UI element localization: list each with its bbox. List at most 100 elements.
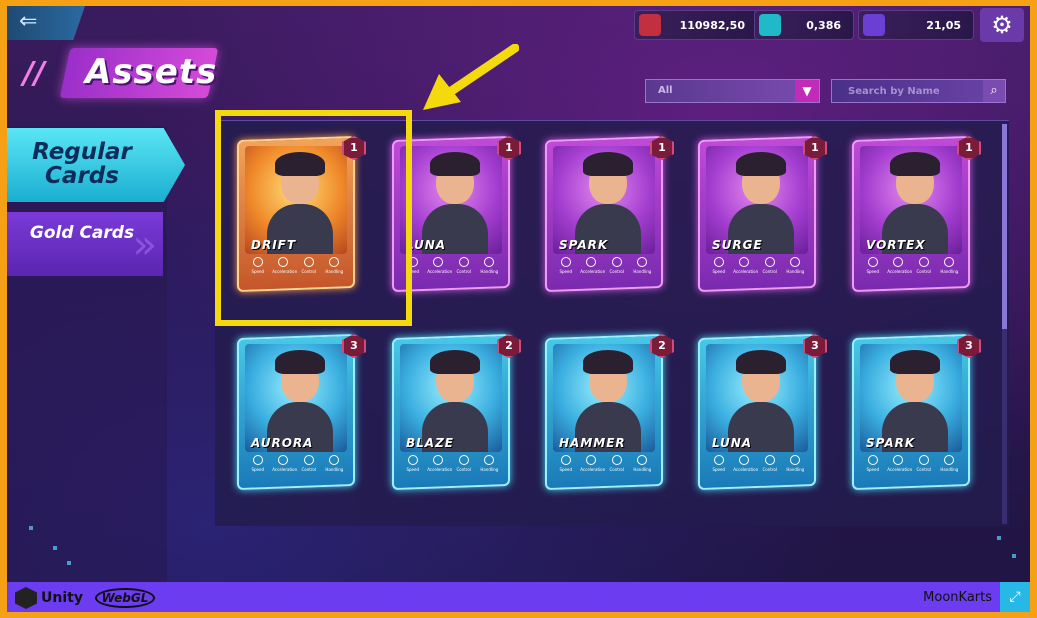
- card-stat: Speed: [862, 257, 884, 283]
- unity-footer: Unity WebGL MoonKarts ⤢: [7, 582, 1030, 612]
- card-stat: Handling: [784, 257, 806, 283]
- stat-label: Acceleration: [427, 269, 453, 274]
- game-name: MoonKarts: [923, 590, 992, 605]
- unity-logo-icon: [15, 587, 37, 609]
- card-stat: Acceleration: [887, 455, 912, 481]
- acceleration-icon: [739, 257, 750, 267]
- scrollbar[interactable]: [1002, 124, 1007, 524]
- card-stat: Handling: [478, 257, 500, 283]
- decor-spark: [997, 536, 1001, 540]
- asset-card[interactable]: SPARK Speed Acceleration Control Handling 3: [840, 328, 981, 496]
- search-box: ⌕: [831, 79, 1006, 103]
- asset-card[interactable]: AURORA Speed Acceleration Control Handling 3: [225, 328, 366, 496]
- asset-card[interactable]: SURGE Speed Acceleration Control Handling 1: [686, 130, 827, 298]
- stat-label: Speed: [251, 467, 265, 472]
- page-title: // Assets: [11, 46, 219, 102]
- card-name: LUNA: [406, 238, 447, 252]
- fullscreen-button[interactable]: ⤢: [1000, 582, 1030, 612]
- card-stat: Handling: [478, 455, 500, 481]
- chevron-down-icon[interactable]: ▼: [795, 80, 819, 102]
- search-icon[interactable]: ⌕: [983, 80, 1005, 102]
- handling-icon: [637, 455, 648, 465]
- card-stat: Acceleration: [427, 455, 453, 481]
- speed-icon: [867, 455, 878, 465]
- filter-dropdown[interactable]: All ▼: [645, 79, 820, 103]
- stat-label: Speed: [712, 269, 726, 274]
- page-title-text: Assets: [85, 52, 218, 92]
- stat-label: Control: [762, 467, 777, 472]
- back-button[interactable]: ⇐: [7, 6, 85, 40]
- stat-label: Handling: [633, 269, 652, 274]
- search-input[interactable]: [832, 80, 982, 102]
- tab-regular-cards[interactable]: Regular Cards: [7, 128, 185, 202]
- handling-icon: [484, 257, 495, 267]
- tab-gold-label: Gold Cards: [29, 223, 135, 243]
- card-stats: Speed Acceleration Control Handling: [706, 257, 808, 283]
- currency-token-cyan[interactable]: 0,386: [754, 10, 854, 40]
- control-icon: [918, 455, 929, 465]
- card-stat: Speed: [247, 455, 269, 481]
- stat-label: Control: [916, 467, 931, 472]
- stat-label: Control: [762, 269, 777, 274]
- card-stats: Speed Acceleration Control Handling: [860, 455, 962, 481]
- control-icon: [918, 257, 929, 267]
- control-icon: [458, 257, 469, 267]
- asset-card[interactable]: SPARK Speed Acceleration Control Handling 1: [533, 130, 674, 298]
- card-stat: Control: [913, 455, 935, 481]
- card-stat: Control: [606, 257, 628, 283]
- card-stat: Acceleration: [427, 257, 453, 283]
- unity-label: Unity: [41, 590, 83, 606]
- asset-card[interactable]: BLAZE Speed Acceleration Control Handling 2: [380, 328, 521, 496]
- stat-label: Acceleration: [887, 269, 913, 274]
- asset-card[interactable]: LUNA Speed Acceleration Control Handling 3: [686, 328, 827, 496]
- currency-kart-red[interactable]: 110982,50: [634, 10, 758, 40]
- card-stat: Control: [606, 455, 628, 481]
- card-stat: Acceleration: [733, 455, 759, 481]
- decor-spark: [53, 546, 57, 550]
- currency-value: 21,05: [926, 19, 961, 32]
- handling-icon: [790, 455, 801, 465]
- back-arrow-icon: ⇐: [19, 9, 38, 34]
- scrollbar-thumb[interactable]: [1002, 124, 1007, 329]
- card-stat: Control: [913, 257, 935, 283]
- card-stats: Speed Acceleration Control Handling: [706, 455, 808, 481]
- tab-gold-cards[interactable]: » Gold Cards: [7, 212, 163, 276]
- gear-icon: ⚙: [991, 11, 1013, 39]
- stat-label: Acceleration: [733, 467, 759, 472]
- speed-icon: [560, 455, 571, 465]
- asset-card[interactable]: HAMMER Speed Acceleration Control Handling 2: [533, 328, 674, 496]
- card-stat: Acceleration: [887, 257, 913, 283]
- acceleration-icon: [739, 455, 750, 465]
- handling-icon: [944, 257, 955, 267]
- settings-button[interactable]: ⚙: [980, 8, 1024, 42]
- stat-label: Acceleration: [427, 467, 453, 472]
- card-stats: Speed Acceleration Control Handling: [400, 455, 502, 481]
- acceleration-icon: [893, 257, 904, 267]
- card-stat: Speed: [402, 455, 424, 481]
- acceleration-icon: [586, 455, 597, 465]
- card-name: SPARK: [866, 436, 916, 450]
- handling-icon: [329, 455, 340, 465]
- card-stat: Acceleration: [580, 257, 605, 283]
- stat-label: Speed: [559, 467, 573, 472]
- card-name: SPARK: [559, 238, 609, 252]
- card-stat: Speed: [708, 455, 730, 481]
- card-name: AURORA: [251, 436, 314, 450]
- acceleration-icon: [586, 257, 597, 267]
- stat-label: Control: [916, 269, 931, 274]
- card-stats: Speed Acceleration Control Handling: [860, 257, 962, 283]
- currency-kart-purple[interactable]: 21,05: [858, 10, 974, 40]
- speed-icon: [713, 257, 724, 267]
- asset-card[interactable]: VORTEX Speed Acceleration Control Handling 1: [840, 130, 981, 298]
- card-name: BLAZE: [406, 436, 454, 450]
- currency-value: 0,386: [806, 19, 841, 32]
- card-stat: Handling: [323, 455, 345, 481]
- card-name: LUNA: [712, 436, 753, 450]
- stat-label: Control: [609, 467, 624, 472]
- driver-hair: [736, 350, 786, 374]
- stat-label: Acceleration: [272, 467, 298, 472]
- control-icon: [303, 455, 314, 465]
- card-stats: Speed Acceleration Control Handling: [553, 257, 655, 283]
- stat-label: Acceleration: [733, 269, 759, 274]
- decor-spark: [1012, 554, 1016, 558]
